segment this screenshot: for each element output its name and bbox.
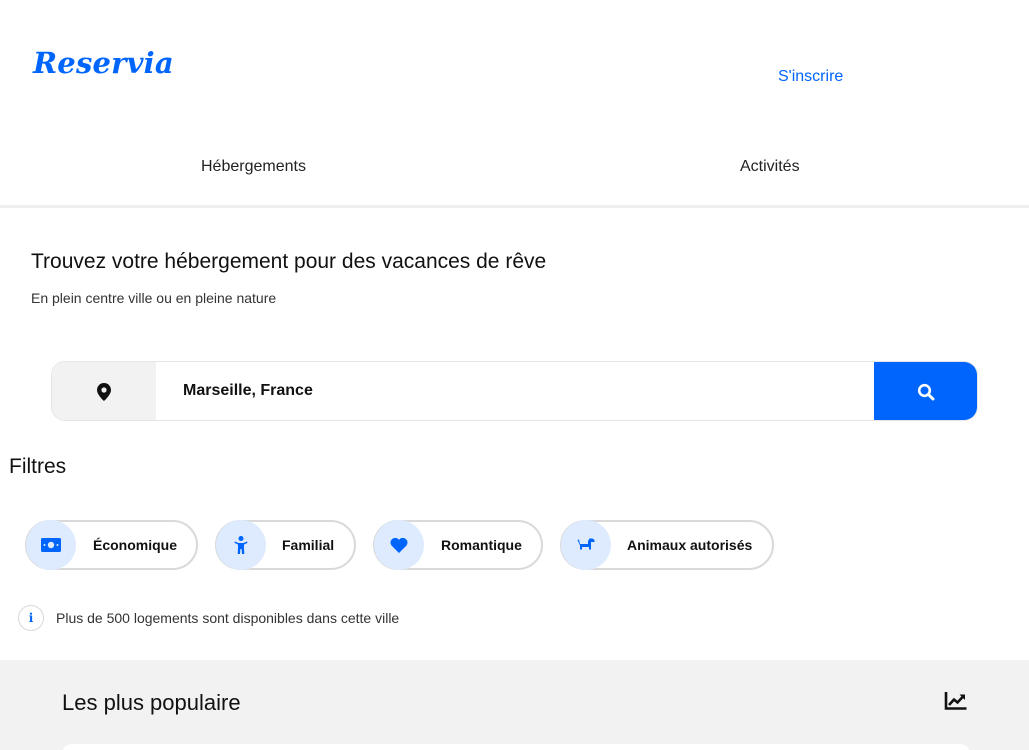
filter-animaux[interactable]: Animaux autorisés — [560, 520, 774, 570]
popular-section: Les plus populaire — [0, 660, 1029, 750]
dog-icon — [561, 520, 611, 570]
info-text: Plus de 500 logements sont disponibles d… — [56, 610, 400, 626]
search-input[interactable] — [156, 362, 876, 420]
filter-romantique[interactable]: Romantique — [373, 520, 543, 570]
tab-activites[interactable]: Activités — [740, 158, 800, 176]
trend-up-icon — [944, 691, 968, 716]
card-preview — [62, 744, 970, 750]
search-bar — [51, 361, 978, 421]
tab-hebergements[interactable]: Hébergements — [201, 158, 306, 176]
header: Reservia S'inscrire — [0, 0, 1029, 120]
filter-familial[interactable]: Familial — [215, 520, 356, 570]
page-title: Trouvez votre hébergement pour des vacan… — [31, 250, 547, 273]
popular-title: Les plus populaire — [62, 690, 241, 715]
filters-title: Filtres — [9, 455, 67, 478]
search-icon — [917, 383, 934, 401]
filter-label: Romantique — [441, 537, 522, 553]
money-icon — [26, 520, 76, 570]
heart-icon — [374, 520, 424, 570]
child-icon — [216, 520, 266, 570]
main-nav: Hébergements Activités — [0, 120, 1029, 208]
logo[interactable]: Reservia — [33, 46, 174, 80]
filter-label: Animaux autorisés — [627, 537, 753, 553]
filter-label: Familial — [282, 537, 335, 553]
map-pin-icon — [52, 362, 156, 420]
signup-link[interactable]: S'inscrire — [778, 68, 843, 86]
info-icon: i — [18, 605, 44, 631]
filter-economique[interactable]: Économique — [25, 520, 198, 570]
page-subtitle: En plein centre ville ou en pleine natur… — [31, 290, 277, 306]
filter-label: Économique — [93, 537, 178, 553]
search-button[interactable] — [874, 362, 977, 420]
